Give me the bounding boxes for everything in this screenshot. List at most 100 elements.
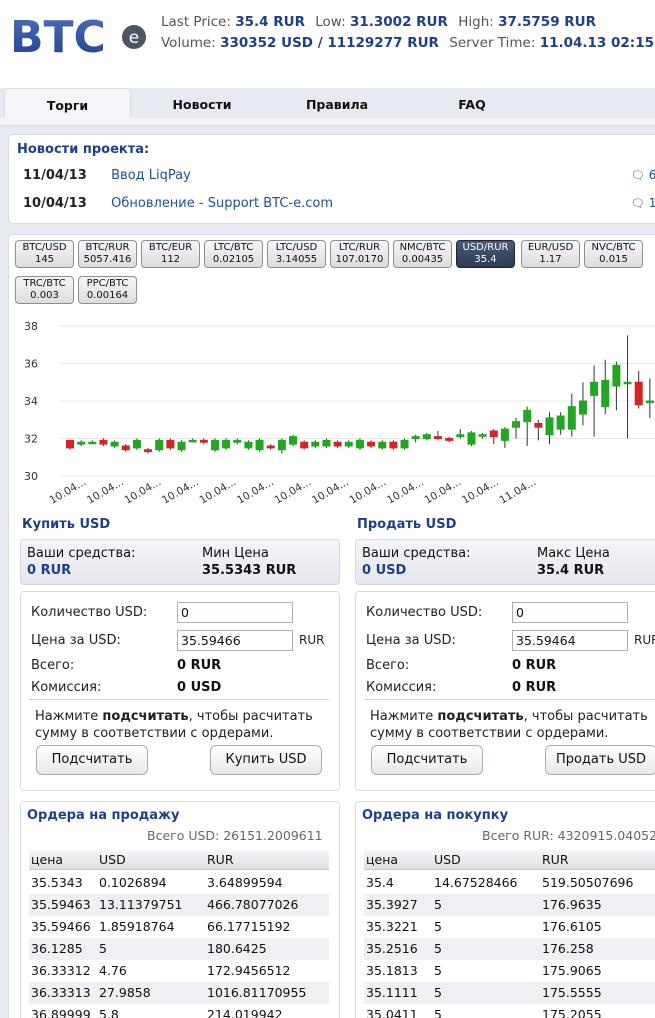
candle-up [233,439,242,443]
sell-price-input[interactable] [512,630,628,651]
x-tick-label: 10.04... [160,476,201,506]
comment-icon: 🗨 [631,197,645,210]
funds-value[interactable]: 0 RUR [27,563,71,578]
table-row[interactable]: 35.1813 5 175.9065 [364,960,655,982]
candle-up [623,381,632,385]
candle-up [77,441,86,445]
tab-rules[interactable]: Правила [285,88,389,118]
table-row[interactable]: 35.3221 5 176.6105 [364,916,655,938]
news-title: Новости проекта: [17,142,150,157]
table-header: цена USD RUR [364,850,655,870]
pair-value: 1.17 [539,254,562,265]
candle-up [344,441,353,447]
candle-down [367,441,376,447]
candle-down [99,439,108,445]
x-tick-label: 10.04... [85,476,126,506]
x-tick-label: 10.04... [273,476,314,506]
candle-down [144,449,153,453]
table-row[interactable]: 35.1111 5 175.5555 [364,982,655,1004]
btce-logo[interactable]: BTC e [10,10,150,63]
buy-orders-title: Ордера на покупку [362,808,509,823]
candle-up [590,381,599,396]
pair-ltc-rur[interactable]: LTC/RUR 107.0170 [330,240,389,268]
y-tick-label: 34 [24,395,38,408]
candle-up [400,439,409,449]
total-value: 0 RUR [177,658,222,673]
pair-name: LTC/USD [275,242,318,253]
table-row[interactable]: 35.4 14.67528466 519.50507696 [364,872,655,894]
low-value: 31.3002 RUR [349,14,448,30]
buy-qty-input[interactable] [177,602,293,623]
table-row[interactable]: 35.3927 5 176.9635 [364,894,655,916]
pair-usd-rur[interactable]: USD/RUR 35.4 [456,240,515,268]
buy-usd-button[interactable]: Купить USD [210,745,322,775]
candle-up [411,436,420,439]
table-row[interactable]: 35.5343 0.1026894 3.64899594 [29,872,329,894]
sell-orders-title: Ордера на продажу [27,808,180,823]
news-link[interactable]: Обновление - Support BTC-e.com [111,196,333,211]
pair-value: 0.015 [599,254,628,265]
fee-label: Комиссия: [31,680,102,695]
sell-qty-input[interactable] [512,602,628,623]
funds-label: Ваши средства: [362,546,471,561]
col-rur: RUR [542,852,569,867]
funds-value[interactable]: 0 USD [362,563,406,578]
pair-value: 35.4 [474,254,497,265]
table-row[interactable]: 36.33313 27.9858 1016.81170955 [29,982,329,1004]
x-tick-label: 10.04... [48,476,89,506]
tab-news[interactable]: Новости [150,88,254,118]
pair-btc-rur[interactable]: BTC/RUR 5057.416 [78,240,137,268]
pair-btc-eur[interactable]: BTC/EUR 112 [141,240,200,268]
col-price: цена [31,852,64,867]
calculate-button[interactable]: Подсчитать [36,745,148,775]
y-tick-label: 32 [24,433,38,446]
sell-usd-button[interactable]: Продать USD [545,745,655,775]
table-row[interactable]: 35.2516 5 176.258 [364,938,655,960]
tab-faq[interactable]: FAQ [420,88,524,118]
candle-up [478,434,487,437]
x-tick-label: 10.04... [235,476,276,506]
pair-name: NMC/BTC [399,242,446,253]
buy-price-input[interactable] [177,630,293,651]
total-value: 0 RUR [512,658,557,673]
pair-name: BTC/USD [22,242,67,253]
pair-ppc-btc[interactable]: PPC/BTC 0.00164 [78,276,137,304]
table-row[interactable]: 35.0411 5 175.2055 [364,1004,655,1018]
news-date: 10/04/13 [23,196,87,211]
pair-ltc-usd[interactable]: LTC/USD 3.14055 [267,240,326,268]
candle-down [199,439,208,443]
candle-up [188,439,197,443]
qty-label: Количество USD: [366,605,483,620]
table-row[interactable]: 36.1285 5 180.6425 [29,938,329,960]
news-comments[interactable]: 🗨 16 [631,196,655,210]
pair-ltc-btc[interactable]: LTC/BTC 0.02105 [204,240,263,268]
table-row[interactable]: 36.33312 4.76 172.9456512 [29,960,329,982]
pair-name: BTC/RUR [85,242,130,253]
candle-up [422,434,431,439]
table-row[interactable]: 36.89999 5.8 214.019942 [29,1004,329,1018]
pair-eur-usd[interactable]: EUR/USD 1.17 [521,240,580,268]
candle-up [567,406,576,430]
pair-nmc-btc[interactable]: NMC/BTC 0.00435 [393,240,452,268]
candle-up [255,439,264,451]
candle-up [523,409,532,423]
pair-trc-btc[interactable]: TRC/BTC 0.003 [15,276,74,304]
max-price-value[interactable]: 35.4 RUR [537,563,604,578]
price-unit: RUR [634,633,655,647]
sell-title: Продать USD [357,517,457,532]
candle-up [210,439,219,451]
table-row[interactable]: 35.59463 13.11379751 466.78077026 [29,894,329,916]
min-price-value[interactable]: 35.5343 RUR [202,563,296,578]
x-tick-label: 10.04... [348,476,389,506]
tab-trade[interactable]: Торги [4,88,131,118]
table-row[interactable]: 35.59466 1.85918764 66.17715192 [29,916,329,938]
pair-btc-usd[interactable]: BTC/USD 145 [15,240,74,268]
x-tick-label: 10.04... [460,476,501,506]
pair-nvc-btc[interactable]: NVC/BTC 0.015 [584,240,643,268]
news-comments[interactable]: 🗨 6 [631,168,655,182]
server-time-label: Server Time: [449,35,536,51]
logo-badge: e [129,28,139,48]
pair-name: USD/RUR [462,242,509,253]
news-link[interactable]: Ввод LiqPay [111,168,191,183]
calculate-button[interactable]: Подсчитать [371,745,483,775]
